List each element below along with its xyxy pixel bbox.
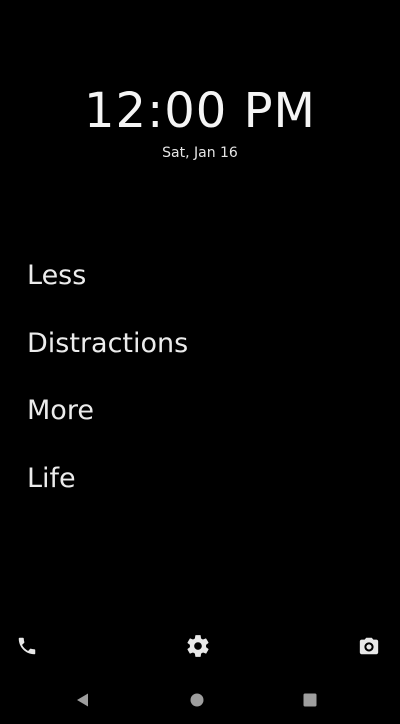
recents-square-icon: [303, 693, 317, 707]
back-triangle-icon: [77, 693, 88, 707]
app-item-life[interactable]: Life: [27, 459, 367, 499]
recents-button[interactable]: [298, 688, 322, 712]
navigation-bar: [0, 676, 400, 724]
camera-shortcut-button[interactable]: [355, 632, 383, 660]
phone-icon: [18, 637, 36, 655]
app-item-more[interactable]: More: [27, 391, 367, 431]
app-item-less[interactable]: Less: [27, 256, 367, 296]
back-button[interactable]: [71, 688, 95, 712]
camera-icon: [359, 637, 379, 655]
clock-time[interactable]: 12:00 PM: [0, 82, 400, 140]
gear-icon: [187, 635, 209, 657]
clock-date: Sat, Jan 16: [162, 145, 238, 161]
home-button[interactable]: [185, 688, 209, 712]
settings-shortcut-button[interactable]: [184, 632, 212, 660]
phone-shortcut-button[interactable]: [13, 632, 41, 660]
home-circle-icon: [190, 693, 204, 707]
app-item-distractions[interactable]: Distractions: [27, 324, 367, 364]
app-list: Less Distractions More Life: [27, 256, 367, 526]
